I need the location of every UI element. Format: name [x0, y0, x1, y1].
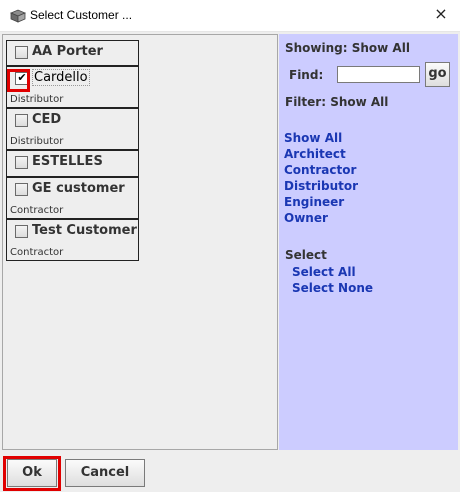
go-button[interactable]: go — [425, 62, 450, 87]
customer-name: CED — [32, 112, 62, 127]
filter-link-distributor[interactable]: Distributor — [284, 179, 358, 193]
customer-item-test-customer[interactable]: Test Customer Contractor — [6, 219, 139, 261]
customer-checkbox[interactable] — [15, 156, 28, 169]
customer-name: GE customer — [32, 181, 125, 196]
filter-link-architect[interactable]: Architect — [284, 147, 346, 161]
customer-type: Distributor — [10, 136, 64, 147]
filter-link-contractor[interactable]: Contractor — [284, 163, 356, 177]
customer-checkbox[interactable] — [15, 183, 28, 196]
filter-link-owner[interactable]: Owner — [284, 211, 328, 225]
filter-link-engineer[interactable]: Engineer — [284, 195, 344, 209]
cancel-button[interactable]: Cancel — [65, 459, 145, 487]
filter-panel: Showing: Show All Find: go Filter: Show … — [279, 34, 458, 450]
customer-item-ge-customer[interactable]: GE customer Contractor — [6, 177, 139, 219]
dialog-content: AA Porter ✔ Cardello Distributor CED Dis… — [0, 32, 460, 452]
ok-button-highlight — [3, 456, 61, 491]
select-none-link[interactable]: Select None — [292, 281, 373, 295]
customer-name: Cardello — [32, 69, 90, 86]
filter-label: Filter: Show All — [285, 95, 389, 109]
customer-checkbox[interactable] — [15, 114, 28, 127]
customer-list-panel[interactable]: AA Porter ✔ Cardello Distributor CED Dis… — [2, 34, 278, 450]
dialog-footer: Ok Cancel — [0, 452, 460, 492]
customer-type: Distributor — [10, 94, 64, 105]
close-icon[interactable]: × — [432, 5, 450, 23]
window-title: Select Customer ... — [30, 8, 133, 22]
dialog-box-icon — [10, 9, 26, 23]
title-bar: Select Customer ... × — [0, 0, 460, 32]
customer-checkbox[interactable] — [15, 46, 28, 59]
customer-checkbox[interactable] — [15, 225, 28, 238]
find-input[interactable] — [337, 66, 420, 83]
filter-link-show-all[interactable]: Show All — [284, 131, 342, 145]
customer-item-aa-porter[interactable]: AA Porter — [6, 40, 139, 66]
customer-name: Test Customer — [32, 223, 137, 238]
customer-name: AA Porter — [32, 44, 103, 59]
checkbox-highlight — [7, 69, 30, 92]
select-heading: Select — [285, 248, 327, 262]
customer-name: ESTELLES — [32, 154, 103, 169]
customer-item-estelles[interactable]: ESTELLES — [6, 150, 139, 177]
customer-item-ced[interactable]: CED Distributor — [6, 108, 139, 150]
select-all-link[interactable]: Select All — [292, 265, 356, 279]
showing-label: Showing: Show All — [285, 41, 410, 55]
customer-type: Contractor — [10, 205, 64, 216]
find-label: Find: — [289, 68, 324, 82]
customer-type: Contractor — [10, 247, 64, 258]
